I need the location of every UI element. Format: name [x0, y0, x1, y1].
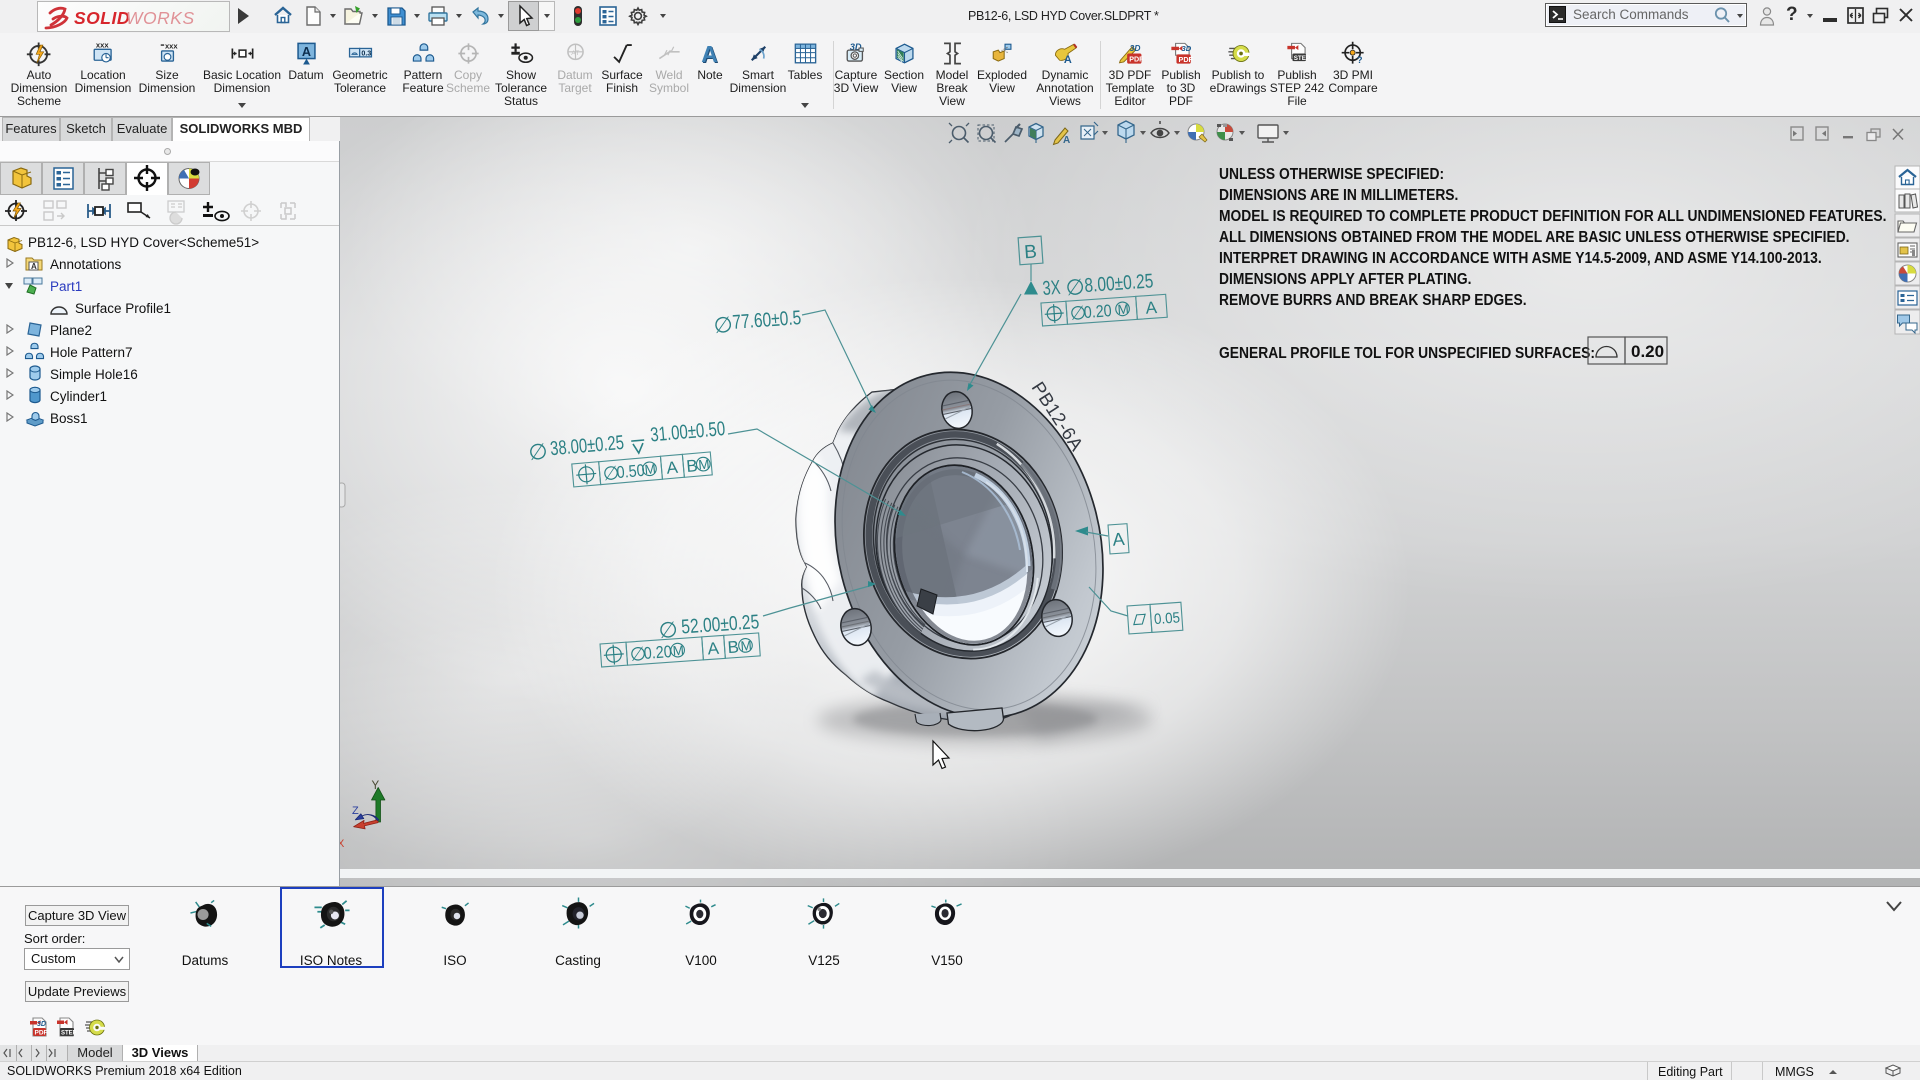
svg-text:A: A	[1063, 135, 1070, 146]
svg-text:0.3: 0.3	[361, 50, 371, 58]
svg-text:A: A	[707, 639, 720, 659]
svg-text:0.20: 0.20	[1631, 342, 1664, 361]
svg-text:B: B	[1023, 242, 1037, 264]
svg-text:PDF: PDF	[1129, 56, 1144, 64]
svg-text:38.00±0.25: 38.00±0.25	[549, 432, 625, 460]
svg-text:?: ?	[1356, 55, 1362, 65]
svg-text:xxx: xxx	[164, 41, 177, 50]
svg-text:AT: AT	[571, 50, 579, 57]
svg-text:0.20: 0.20	[643, 642, 672, 663]
svg-text:Z: Z	[352, 805, 359, 817]
svg-text:M: M	[740, 638, 752, 654]
svg-text:M: M	[644, 461, 657, 477]
svg-text:8.00±0.25: 8.00±0.25	[1084, 270, 1154, 297]
svg-text:A: A	[1145, 298, 1158, 318]
svg-text:0.50: 0.50	[616, 461, 646, 482]
svg-text:Y: Y	[372, 780, 380, 792]
svg-text:PDF: PDF	[1178, 56, 1193, 64]
svg-text:SOLID: SOLID	[74, 8, 130, 28]
svg-text:∅: ∅	[713, 312, 734, 338]
svg-text:WORKS: WORKS	[126, 8, 195, 28]
svg-text:3X: 3X	[1042, 277, 1061, 300]
svg-text:M: M	[1117, 301, 1129, 317]
svg-text:xxx: xxx	[95, 41, 108, 50]
svg-text:0.05: 0.05	[1153, 609, 1180, 628]
svg-text:STEP: STEP	[1293, 55, 1310, 62]
svg-text:M: M	[672, 643, 684, 659]
svg-text:A: A	[301, 45, 310, 59]
svg-text:A: A	[31, 262, 37, 271]
svg-text:A: A	[666, 458, 680, 478]
svg-text:STEP: STEP	[61, 1031, 77, 1037]
svg-text:M: M	[698, 457, 711, 473]
svg-text:3D: 3D	[37, 1021, 46, 1028]
svg-text:A: A	[701, 41, 717, 67]
svg-text:77.60±0.5: 77.60±0.5	[732, 307, 802, 334]
svg-text:3D: 3D	[1129, 43, 1140, 53]
svg-text:B: B	[727, 637, 740, 657]
svg-text:52.00±0.25: 52.00±0.25	[681, 611, 760, 638]
svg-text:31.00±0.50: 31.00±0.50	[649, 418, 726, 446]
svg-text:0.20: 0.20	[1083, 301, 1112, 322]
svg-text:∅: ∅	[527, 439, 548, 466]
svg-text:∅: ∅	[1065, 274, 1086, 300]
svg-text:A: A	[1063, 54, 1071, 66]
svg-text:A: A	[1112, 529, 1125, 550]
svg-text:X: X	[340, 838, 345, 850]
svg-text:3D: 3D	[1181, 44, 1191, 53]
svg-text:PDF: PDF	[35, 1030, 48, 1037]
